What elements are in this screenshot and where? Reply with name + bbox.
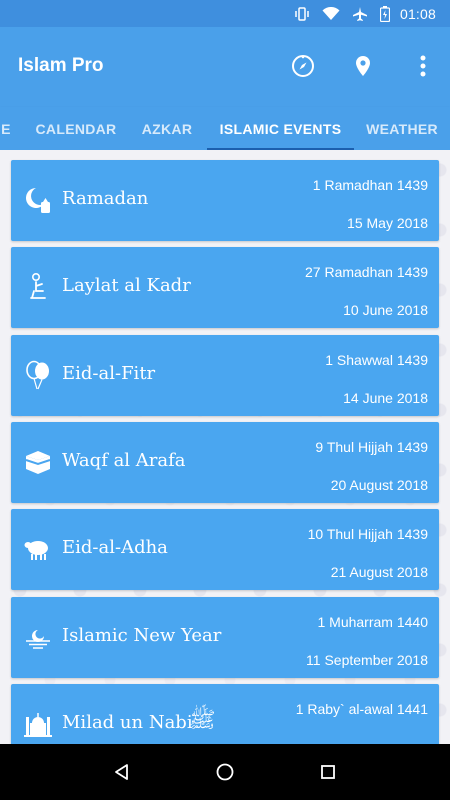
back-triangle-icon	[114, 764, 128, 780]
event-card-waqf-al-arafa[interactable]: Waqf al Arafa 9 Thul Hijjah 1439 20 Augu…	[11, 422, 439, 503]
events-list[interactable]: Ramadan 1 Ramadhan 1439 15 May 2018 Layl…	[0, 150, 450, 744]
battery-icon	[379, 5, 390, 22]
kaaba-icon	[24, 446, 52, 478]
event-name: Milad un Nabi	[62, 712, 193, 733]
app-actions	[258, 51, 438, 81]
event-card-islamic-new-year[interactable]: Islamic New Year 1 Muharram 1440 11 Sept…	[11, 597, 439, 678]
status-time: 01:08	[399, 5, 436, 22]
event-card-eid-al-adha[interactable]: Eid-al-Adha 10 Thul Hijjah 1439 21 Augus…	[11, 509, 439, 590]
location-button[interactable]	[348, 51, 378, 81]
crescent-horizon-icon	[24, 621, 52, 653]
event-name: Islamic New Year	[62, 625, 222, 646]
event-gregorian-date: 14 June 2018	[343, 390, 428, 406]
wifi-icon	[322, 6, 340, 21]
event-name: Ramadan	[62, 188, 149, 209]
balloons-icon	[24, 359, 52, 391]
event-hijri-date: 1 Muharram 1440	[317, 614, 428, 630]
event-gregorian-date: 15 May 2018	[347, 215, 428, 231]
home-circle-icon	[216, 763, 234, 781]
compass-icon	[292, 55, 314, 77]
status-bar: 01:08	[0, 0, 450, 27]
more-vert-icon	[420, 55, 426, 77]
event-gregorian-date: 20 August 2018	[330, 477, 428, 493]
tab-weather[interactable]: WEATHER	[362, 107, 442, 150]
back-button[interactable]	[107, 757, 137, 787]
home-button[interactable]	[210, 757, 240, 787]
crescent-lantern-icon	[24, 184, 52, 216]
sheep-icon	[24, 533, 52, 565]
event-gregorian-date: 11 September 2018	[306, 652, 428, 668]
event-name: Waqf al Arafa	[62, 450, 186, 471]
qibla-compass-button[interactable]	[288, 51, 318, 81]
tab-azkar[interactable]: AZKAR	[136, 107, 198, 150]
tab-islamic-events[interactable]: ISLAMIC EVENTS	[207, 107, 354, 150]
location-pin-icon	[356, 56, 370, 76]
overflow-menu-button[interactable]	[408, 51, 438, 81]
tab-partial[interactable]: E	[0, 107, 16, 150]
event-card-laylat-al-kadr[interactable]: Laylat al Kadr 27 Ramadhan 1439 10 June …	[11, 247, 439, 328]
event-name: Eid-al-Adha	[62, 537, 168, 558]
system-nav-bar	[0, 744, 450, 800]
app-title: Islam Pro	[18, 55, 104, 76]
event-hijri-date: 27 Ramadhan 1439	[305, 264, 428, 280]
event-hijri-date: 1 Shawwal 1439	[325, 352, 428, 368]
event-hijri-date: 1 Ramadhan 1439	[312, 177, 428, 193]
event-hijri-date: 10 Thul Hijjah 1439	[307, 526, 428, 542]
calligraphy-icon: ﷺ	[189, 708, 216, 733]
event-name: Laylat al Kadr	[62, 275, 191, 296]
event-hijri-date: 1 Raby` al-awal 1441	[295, 701, 428, 717]
tab-calendar[interactable]: CALENDAR	[30, 107, 122, 150]
event-card-milad-un-nabi[interactable]: Milad un Nabi ﷺ 1 Raby` al-awal 1441	[11, 684, 439, 744]
event-card-ramadan[interactable]: Ramadan 1 Ramadhan 1439 15 May 2018	[11, 160, 439, 241]
praying-person-icon	[24, 271, 52, 303]
event-card-eid-al-fitr[interactable]: Eid-al-Fitr 1 Shawwal 1439 14 June 2018	[11, 335, 439, 416]
vibrate-icon	[294, 6, 310, 22]
tab-bar: E CALENDAR AZKAR ISLAMIC EVENTS WEATHER	[0, 107, 450, 150]
app-bar: Islam Pro	[0, 27, 450, 107]
event-gregorian-date: 21 August 2018	[330, 564, 428, 580]
event-name: Eid-al-Fitr	[62, 363, 156, 384]
recents-button[interactable]	[313, 757, 343, 787]
airplane-icon	[352, 6, 368, 22]
mosque-icon	[24, 708, 52, 740]
recents-square-icon	[321, 765, 336, 779]
event-gregorian-date: 10 June 2018	[343, 302, 428, 318]
event-hijri-date: 9 Thul Hijjah 1439	[315, 439, 428, 455]
